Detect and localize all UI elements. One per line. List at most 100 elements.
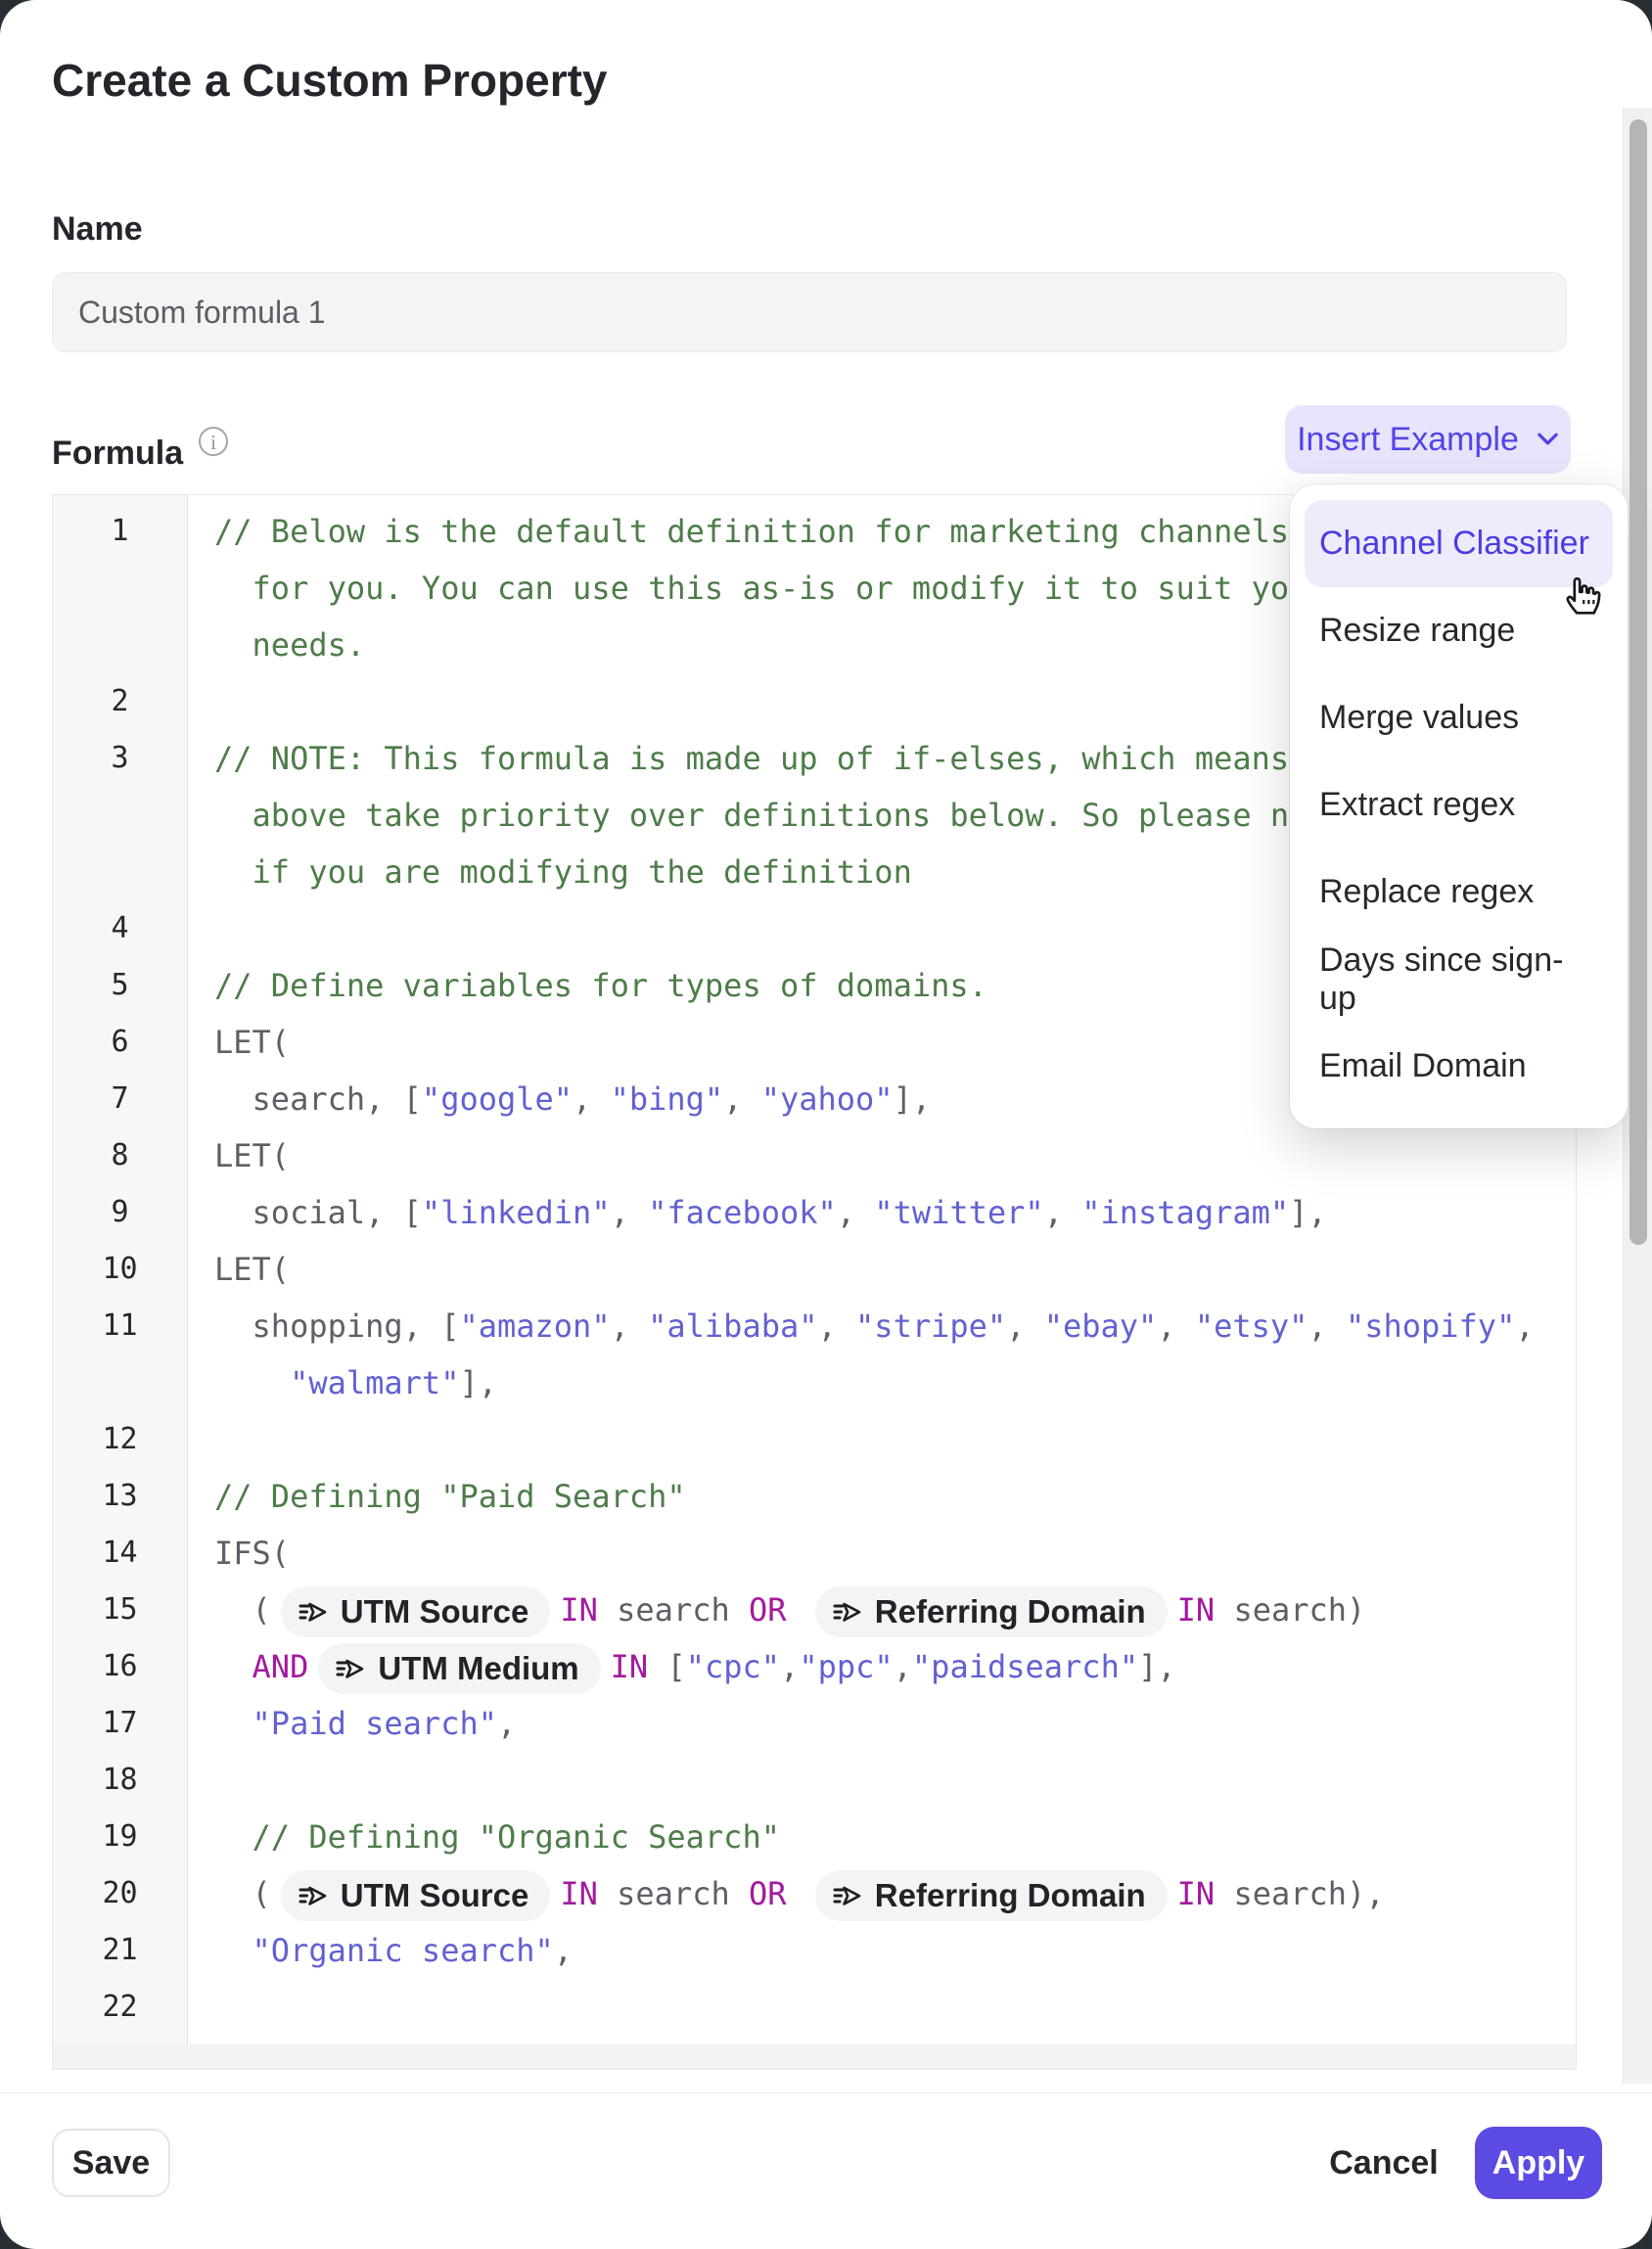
code-line[interactable] xyxy=(188,1979,1576,2036)
line-number: 8 xyxy=(53,1127,187,1184)
menu-item-extract-regex[interactable]: Extract regex xyxy=(1305,761,1613,849)
save-button[interactable]: Save xyxy=(52,2129,170,2197)
line-number: 10 xyxy=(53,1241,187,1298)
line-number: 3 xyxy=(53,730,187,787)
property-cursor-icon xyxy=(296,1595,329,1629)
code-token: IN xyxy=(1177,1875,1216,1912)
insert-example-label: Insert Example xyxy=(1297,421,1519,459)
line-number: 5 xyxy=(53,957,187,1014)
insert-example-button[interactable]: Insert Example xyxy=(1285,405,1571,474)
code-token: search xyxy=(598,1591,749,1629)
code-token: IN xyxy=(611,1648,649,1685)
line-number: 4 xyxy=(53,900,187,957)
line-number: 19 xyxy=(53,1809,187,1865)
code-line[interactable]: (UTM SourceIN search OR Referring Domain… xyxy=(188,1582,1576,1638)
code-line[interactable]: // Defining "Paid Search" xyxy=(188,1468,1576,1525)
line-number xyxy=(53,844,187,900)
property-chip-referring-domain[interactable]: Referring Domain xyxy=(815,1870,1168,1921)
property-chip-utm-source[interactable]: UTM Source xyxy=(281,1870,551,1921)
property-chip-utm-medium[interactable]: UTM Medium xyxy=(318,1643,600,1694)
line-number: 15 xyxy=(53,1582,187,1638)
code-line[interactable] xyxy=(188,1411,1576,1468)
code-token: , xyxy=(723,1080,761,1118)
property-cursor-icon xyxy=(830,1595,863,1629)
code-token: IN xyxy=(560,1591,598,1629)
chevron-down-icon xyxy=(1537,432,1559,447)
code-token: "instagram" xyxy=(1081,1194,1289,1231)
property-chip-utm-source[interactable]: UTM Source xyxy=(281,1586,551,1637)
code-line[interactable]: LET( xyxy=(188,1241,1576,1298)
line-number: 11 xyxy=(53,1298,187,1354)
menu-item-label: Extract regex xyxy=(1319,786,1515,824)
code-line[interactable]: // Defining "Organic Search" xyxy=(188,1809,1576,1865)
code-token: "yahoo" xyxy=(761,1080,894,1118)
code-token: "stripe" xyxy=(855,1308,1006,1345)
property-cursor-icon xyxy=(296,1879,329,1912)
code-token: "walmart" xyxy=(290,1364,459,1401)
apply-button[interactable]: Apply xyxy=(1475,2127,1602,2199)
code-token: , xyxy=(1308,1308,1346,1345)
save-button-label: Save xyxy=(72,2144,150,2182)
code-token: search) xyxy=(1215,1591,1365,1629)
menu-item-label: Resize range xyxy=(1319,612,1515,650)
code-token: shopping, [ xyxy=(214,1308,459,1345)
code-token: ( xyxy=(214,1591,271,1629)
line-number: 9 xyxy=(53,1184,187,1241)
line-number xyxy=(53,617,187,673)
code-token: , xyxy=(497,1705,516,1742)
code-line[interactable]: LET( xyxy=(188,1127,1576,1184)
code-token: "paidsearch" xyxy=(912,1648,1138,1685)
code-token: LET( xyxy=(214,1137,290,1174)
scrollbar-thumb[interactable] xyxy=(1629,119,1647,1245)
line-number: 14 xyxy=(53,1525,187,1582)
code-token: ], xyxy=(1138,1648,1176,1685)
code-token: // Below is the default definition for m… xyxy=(214,513,1289,550)
cancel-button[interactable]: Cancel xyxy=(1309,2129,1458,2197)
line-number: 16 xyxy=(53,1638,187,1695)
menu-item-label: Merge values xyxy=(1319,699,1519,737)
code-line[interactable]: social, ["linkedin", "facebook", "twitte… xyxy=(188,1184,1576,1241)
line-number: 17 xyxy=(53,1695,187,1752)
info-icon[interactable]: i xyxy=(199,427,228,456)
property-chip-label: UTM Source xyxy=(341,1583,529,1640)
menu-item-replace-regex[interactable]: Replace regex xyxy=(1305,849,1613,936)
code-token: needs. xyxy=(214,626,365,664)
code-line[interactable]: ANDUTM MediumIN ["cpc","ppc","paidsearch… xyxy=(188,1638,1576,1695)
code-token: , xyxy=(1044,1194,1082,1231)
code-line[interactable]: "Organic search", xyxy=(188,1922,1576,1979)
code-token: "ebay" xyxy=(1044,1308,1158,1345)
property-chip-label: UTM Source xyxy=(341,1867,529,1924)
formula-header: Formula i xyxy=(52,435,228,472)
code-token: // Defining "Paid Search" xyxy=(214,1478,686,1515)
code-token: above take priority over definitions bel… xyxy=(214,797,1308,834)
code-token: , xyxy=(573,1080,611,1118)
code-token: "etsy" xyxy=(1195,1308,1308,1345)
footer-divider xyxy=(0,2092,1652,2093)
code-token: , xyxy=(780,1648,799,1685)
code-token: ( xyxy=(214,1875,271,1912)
line-number: 12 xyxy=(53,1411,187,1468)
code-token: OR xyxy=(749,1875,787,1912)
code-line[interactable]: shopping, ["amazon", "alibaba", "stripe"… xyxy=(188,1298,1576,1354)
menu-item-merge-values[interactable]: Merge values xyxy=(1305,674,1613,761)
menu-item-days-since-sign-up[interactable]: Days since sign-up xyxy=(1305,936,1613,1023)
code-line[interactable] xyxy=(188,1752,1576,1809)
code-token: ], xyxy=(894,1080,932,1118)
code-token: if you are modifying the definition xyxy=(214,853,912,891)
code-line[interactable]: "Paid search", xyxy=(188,1695,1576,1752)
editor-horizontal-scrollbar[interactable] xyxy=(53,2044,1576,2069)
line-number: 2 xyxy=(53,673,187,730)
menu-item-email-domain[interactable]: Email Domain xyxy=(1305,1023,1613,1110)
property-chip-referring-domain[interactable]: Referring Domain xyxy=(815,1586,1168,1637)
formula-label: Formula xyxy=(52,435,183,472)
code-token: [ xyxy=(648,1648,686,1685)
code-line[interactable]: (UTM SourceIN search OR Referring Domain… xyxy=(188,1865,1576,1922)
code-token: "facebook" xyxy=(648,1194,837,1231)
code-token: LET( xyxy=(214,1024,290,1061)
code-token: // NOTE: This formula is made up of if-e… xyxy=(214,740,1289,777)
code-token: ], xyxy=(1289,1194,1327,1231)
property-cursor-icon xyxy=(830,1879,863,1912)
code-line[interactable]: IFS( xyxy=(188,1525,1576,1582)
code-line[interactable]: "walmart"], xyxy=(188,1354,1576,1411)
name-input[interactable]: Custom formula 1 xyxy=(52,272,1567,352)
